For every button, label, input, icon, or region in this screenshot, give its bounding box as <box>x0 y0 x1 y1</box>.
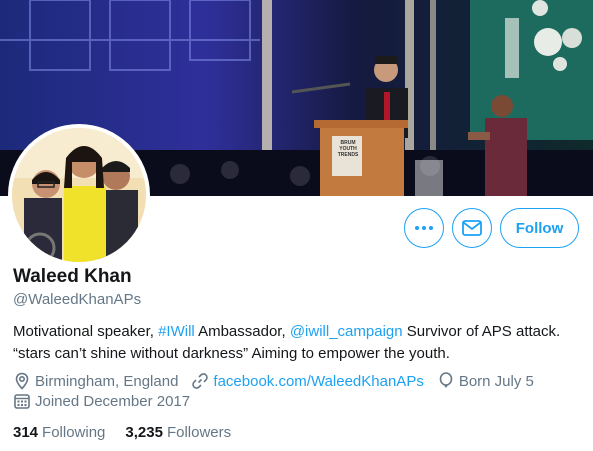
followers-link[interactable]: 3,235 Followers <box>125 424 231 441</box>
bio-line-2: “stars can’t shine without darkness” Aim… <box>13 345 450 362</box>
joined-text: Joined December 2017 <box>35 392 191 410</box>
location-text: Birmingham, England <box>35 372 179 390</box>
birthday-item: Born July 5 <box>437 372 534 390</box>
location-item: Birmingham, England <box>13 372 178 390</box>
bio-text: Survivor of APS attack. <box>402 323 561 340</box>
profile-meta-joined: Joined December 2017 <box>13 392 203 410</box>
joined-item: Joined December 2017 <box>13 392 190 410</box>
profile-name: Waleed Khan <box>13 266 132 287</box>
birthday-text: Born July 5 <box>458 372 534 390</box>
following-label: Following <box>42 424 106 441</box>
hashtag-link[interactable]: #IWill <box>158 323 195 340</box>
link-icon <box>192 373 209 389</box>
bio-text: Motivational speaker, <box>13 323 159 340</box>
following-link[interactable]: 314 Following <box>13 424 105 441</box>
mention-link[interactable]: @iwill_campaign <box>290 323 403 340</box>
profile-meta: Birmingham, England facebook.com/WaleedK… <box>13 372 547 390</box>
calendar-icon <box>14 394 30 409</box>
profile-bio: Motivational speaker, #IWill Ambassador,… <box>13 321 583 365</box>
more-dots-icon <box>415 226 433 230</box>
bio-line-1: Motivational speaker, #IWill Ambassador,… <box>13 321 583 343</box>
website-link[interactable]: facebook.com/WaleedKhanAPs <box>213 373 423 390</box>
followers-count: 3,235 <box>125 424 163 441</box>
avatar-photo <box>12 128 146 262</box>
avatar[interactable] <box>8 124 150 266</box>
envelope-icon <box>462 220 482 236</box>
podium-sign-line: TRENDS <box>337 152 359 158</box>
follow-stats: 314 Following 3,235 Followers <box>13 424 251 441</box>
location-pin-icon <box>15 372 29 390</box>
more-options-button[interactable] <box>404 208 444 248</box>
website-item[interactable]: facebook.com/WaleedKhanAPs <box>191 372 424 390</box>
podium-sign: BRUM YOUTH TRENDS <box>333 140 363 158</box>
follow-button[interactable]: Follow <box>500 208 579 248</box>
profile-handle: @WaleedKhanAPs <box>13 291 142 308</box>
balloon-icon <box>439 372 453 389</box>
following-count: 314 <box>13 424 39 441</box>
bio-text: Ambassador, <box>194 323 290 340</box>
message-button[interactable] <box>452 208 492 248</box>
followers-label: Followers <box>166 424 232 441</box>
